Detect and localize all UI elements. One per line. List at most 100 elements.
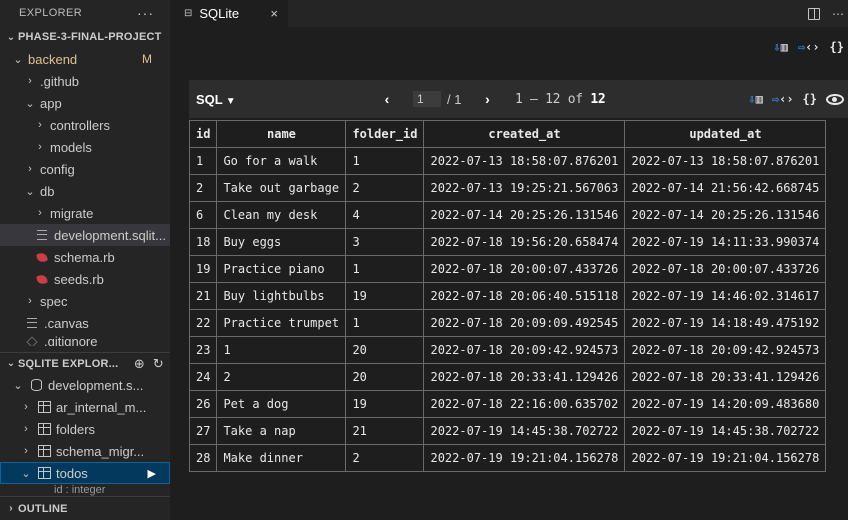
export-code-icon[interactable]: ⇨‹›: [772, 89, 794, 109]
table-cell[interactable]: 19: [345, 282, 425, 310]
table-cell[interactable]: 2: [345, 174, 425, 202]
table-cell[interactable]: 21: [345, 417, 425, 445]
table-cell[interactable]: Go for a walk: [216, 147, 347, 175]
table-cell[interactable]: 1: [345, 309, 425, 337]
column-header[interactable]: folder_id: [345, 120, 425, 148]
table-cell[interactable]: 2022-07-19 14:46:02.314617: [624, 282, 827, 310]
table-cell[interactable]: Take out garbage: [216, 174, 347, 202]
column-header[interactable]: name: [216, 120, 347, 148]
sqlite-table-item[interactable]: › folders: [0, 418, 170, 440]
file-tree-item[interactable]: development.sqlit...: [0, 224, 170, 246]
table-cell[interactable]: 18: [188, 228, 218, 256]
export-json-icon[interactable]: {}: [803, 89, 817, 109]
file-tree-item[interactable]: › migrate: [0, 202, 170, 224]
file-tree-item[interactable]: › config: [0, 158, 170, 180]
database-item[interactable]: ⌄ development.s...: [0, 374, 170, 396]
table-cell[interactable]: 27: [188, 417, 218, 445]
file-tree-item[interactable]: .canvas: [0, 312, 170, 334]
table-cell[interactable]: 2022-07-14 21:56:42.668745: [624, 174, 827, 202]
table-cell[interactable]: 2: [216, 363, 347, 391]
sqlite-table-item[interactable]: › schema_migr...: [0, 440, 170, 462]
table-cell[interactable]: Pet a dog: [216, 390, 347, 418]
table-cell[interactable]: 2022-07-14 20:25:26.131546: [423, 201, 626, 229]
table-row[interactable]: 1 Go for a walk 1 2022-07-13 18:58:07.87620…: [188, 147, 827, 175]
table-cell[interactable]: 2022-07-19 19:21:04.156278: [624, 444, 827, 472]
table-cell[interactable]: 2022-07-18 20:00:07.433726: [624, 255, 827, 283]
table-cell[interactable]: 2022-07-18 20:33:41.129426: [624, 363, 827, 391]
table-cell[interactable]: Make dinner: [216, 444, 347, 472]
table-cell[interactable]: 2022-07-19 14:11:33.990374: [624, 228, 827, 256]
table-cell[interactable]: 23: [188, 336, 218, 364]
table-row[interactable]: 23 1 20 2022-07-18 20:09:42.924573 2022-07-1…: [188, 336, 827, 364]
table-cell[interactable]: Clean my desk: [216, 201, 347, 229]
table-cell[interactable]: 19: [345, 390, 425, 418]
sqlite-explorer-header[interactable]: ⌄ SQLITE EXPLOR... ⊕ ↻: [0, 352, 170, 374]
tab-sqlite[interactable]: ⊟ SQLite ×: [170, 0, 288, 27]
table-cell[interactable]: 1: [345, 147, 425, 175]
export-code-icon[interactable]: ⇨‹›: [798, 37, 820, 57]
table-row[interactable]: 24 2 20 2022-07-18 20:33:41.129426 2022-07-1…: [188, 363, 827, 391]
refresh-icon[interactable]: ↻: [153, 356, 164, 372]
table-cell[interactable]: 2022-07-18 20:09:42.924573: [423, 336, 626, 364]
table-cell[interactable]: 6: [188, 201, 218, 229]
file-tree-item[interactable]: ⌄ app: [0, 92, 170, 114]
table-cell[interactable]: 2022-07-19 14:20:09.483680: [624, 390, 827, 418]
play-icon[interactable]: ▶: [148, 467, 156, 480]
table-cell[interactable]: 20: [345, 336, 425, 364]
export-csv-icon[interactable]: ⇩▥: [748, 89, 762, 109]
table-cell[interactable]: 21: [188, 282, 218, 310]
table-row[interactable]: 2 Take out garbage 2 2022-07-13 19:25:21.56…: [188, 174, 827, 202]
split-editor-icon[interactable]: [808, 7, 820, 20]
table-cell[interactable]: Buy lightbulbs: [216, 282, 347, 310]
more-actions-icon[interactable]: ···: [137, 5, 154, 21]
file-tree-item[interactable]: › controllers: [0, 114, 170, 136]
file-tree-item[interactable]: schema.rb: [0, 246, 170, 268]
close-icon[interactable]: ×: [270, 6, 278, 21]
sqlite-table-item[interactable]: › ar_internal_m...: [0, 396, 170, 418]
table-row[interactable]: 28 Make dinner 2 2022-07-19 19:21:04.156278…: [188, 444, 827, 472]
table-cell[interactable]: 2022-07-18 20:09:09.492545: [423, 309, 626, 337]
table-cell[interactable]: 2022-07-19 14:45:38.702722: [423, 417, 626, 445]
table-row[interactable]: 19 Practice piano 1 2022-07-18 20:00:07.433…: [188, 255, 827, 283]
table-cell[interactable]: 2022-07-18 20:06:40.515118: [423, 282, 626, 310]
file-tree-item[interactable]: ⌄ db: [0, 180, 170, 202]
table-cell[interactable]: 2022-07-13 18:58:07.876201: [624, 147, 827, 175]
page-input[interactable]: 1: [413, 91, 441, 107]
column-header[interactable]: id: [188, 120, 218, 148]
next-page-icon[interactable]: ›: [479, 91, 495, 107]
table-row[interactable]: 22 Practice trumpet 1 2022-07-18 20:09:09.4…: [188, 309, 827, 337]
table-cell[interactable]: 20: [345, 363, 425, 391]
file-tree-item[interactable]: › models: [0, 136, 170, 158]
table-cell[interactable]: 2: [345, 444, 425, 472]
table-cell[interactable]: 22: [188, 309, 218, 337]
table-cell[interactable]: 2022-07-19 19:21:04.156278: [423, 444, 626, 472]
table-cell[interactable]: 2022-07-18 20:00:07.433726: [423, 255, 626, 283]
file-tree-item[interactable]: seeds.rb: [0, 268, 170, 290]
file-tree-item[interactable]: › .github: [0, 70, 170, 92]
table-cell[interactable]: Practice trumpet: [216, 309, 347, 337]
table-cell[interactable]: 2022-07-14 20:25:26.131546: [624, 201, 827, 229]
table-cell[interactable]: 4: [345, 201, 425, 229]
outline-section-header[interactable]: › OUTLINE: [0, 496, 170, 520]
table-cell[interactable]: 28: [188, 444, 218, 472]
column-header[interactable]: updated_at: [624, 120, 827, 148]
project-section-header[interactable]: ⌄ PHASE-3-FINAL-PROJECT: [0, 26, 170, 48]
table-cell[interactable]: Take a nap: [216, 417, 347, 445]
export-json-icon[interactable]: {}: [830, 37, 844, 57]
table-cell[interactable]: 2: [188, 174, 218, 202]
sqlite-table-item[interactable]: ⌄ todos ▶: [0, 462, 170, 484]
column-header[interactable]: created_at: [423, 120, 626, 148]
table-cell[interactable]: 2022-07-19 14:18:49.475192: [624, 309, 827, 337]
table-row[interactable]: 27 Take a nap 21 2022-07-19 14:45:38.702722…: [188, 417, 827, 445]
new-query-icon[interactable]: ⊕: [134, 356, 145, 372]
prev-page-icon[interactable]: ‹: [379, 91, 395, 107]
table-row[interactable]: 18 Buy eggs 3 2022-07-18 19:56:20.658474 202…: [188, 228, 827, 256]
table-cell[interactable]: 3: [345, 228, 425, 256]
table-cell[interactable]: 2022-07-19 14:45:38.702722: [624, 417, 827, 445]
table-cell[interactable]: 2022-07-18 22:16:00.635702: [423, 390, 626, 418]
eye-icon[interactable]: [826, 93, 844, 105]
file-tree-item[interactable]: ⌄ backend M: [0, 48, 170, 70]
table-cell[interactable]: 2022-07-13 18:58:07.876201: [423, 147, 626, 175]
table-cell[interactable]: 2022-07-18 19:56:20.658474: [423, 228, 626, 256]
table-row[interactable]: 6 Clean my desk 4 2022-07-14 20:25:26.13154…: [188, 201, 827, 229]
